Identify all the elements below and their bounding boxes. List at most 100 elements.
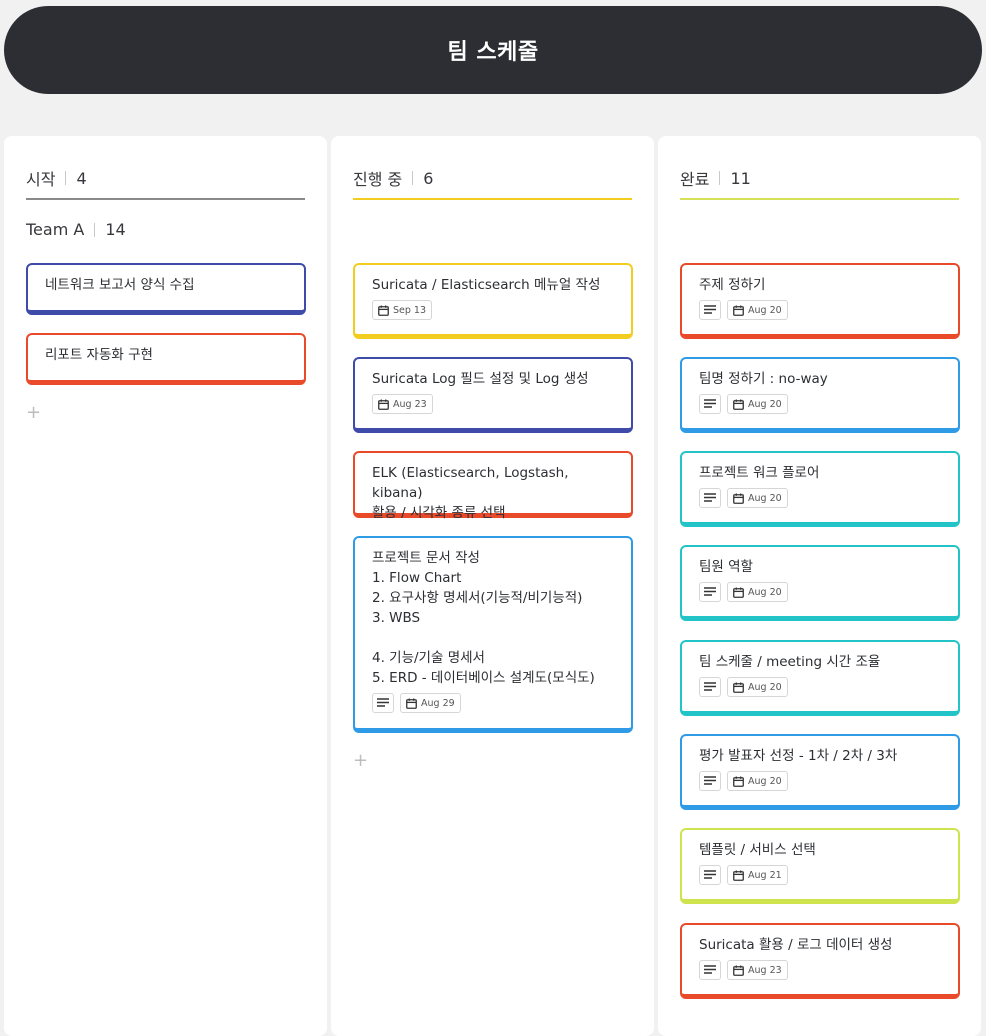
swimlane-name: Team A <box>26 220 85 239</box>
description-badge[interactable] <box>699 582 721 602</box>
due-date-badge[interactable]: Sep 13 <box>372 300 433 320</box>
task-card[interactable]: 주제 정하기 Aug 20 <box>680 263 960 339</box>
due-date-badge[interactable]: Aug 20 <box>727 677 788 697</box>
calendar-icon <box>733 870 744 881</box>
divider <box>719 171 721 185</box>
task-title: 팀원 역할 <box>699 559 753 575</box>
due-date-badge[interactable]: Aug 20 <box>727 300 788 320</box>
calendar-icon <box>733 305 744 316</box>
calendar-icon <box>733 493 744 504</box>
task-card[interactable]: 프로젝트 워크 플로어 Aug 20 <box>680 451 960 527</box>
description-badge[interactable] <box>372 693 394 713</box>
task-meta: Aug 29 <box>372 693 615 713</box>
description-badge[interactable] <box>699 677 721 697</box>
task-card[interactable]: ELK (Elasticsearch, Logstash, kibana) 활용… <box>353 451 633 521</box>
swimlane-header: Team A 14 <box>26 220 126 239</box>
task-card[interactable]: 프로젝트 문서 작성 1. Flow Chart 2. 요구사항 명세서(기능적… <box>353 536 633 733</box>
description-icon <box>704 399 716 409</box>
due-date-badge[interactable]: Aug 23 <box>727 960 788 980</box>
task-title: 주제 정하기 <box>699 277 766 293</box>
task-title: ELK (Elasticsearch, Logstash, kibana) 활용… <box>372 465 569 521</box>
add-card-button[interactable]: + <box>26 404 41 422</box>
due-date: Aug 20 <box>748 492 782 504</box>
task-title: 템플릿 / 서비스 선택 <box>699 842 816 858</box>
task-card[interactable]: Suricata 활용 / 로그 데이터 생성 Aug 23 <box>680 923 960 999</box>
task-title: Suricata 활용 / 로그 데이터 생성 <box>699 937 893 953</box>
column-name: 완료 <box>680 170 710 189</box>
due-date: Aug 20 <box>748 304 782 316</box>
task-meta: Aug 21 <box>699 865 942 885</box>
app-header: 팀 스케줄 <box>4 6 982 94</box>
description-badge[interactable] <box>699 394 721 414</box>
page-title: 팀 스케줄 <box>447 40 539 65</box>
task-meta: Aug 20 <box>699 300 942 320</box>
divider <box>65 171 67 185</box>
due-date-badge[interactable]: Aug 20 <box>727 488 788 508</box>
task-title: Suricata / Elasticsearch 메뉴얼 작성 <box>372 277 601 293</box>
description-badge[interactable] <box>699 865 721 885</box>
description-icon <box>377 698 389 708</box>
column-header: 시작 4 <box>26 156 305 200</box>
due-date-badge[interactable]: Aug 20 <box>727 582 788 602</box>
description-icon <box>704 776 716 786</box>
column-done: 완료 11 주제 정하기 Aug 20 팀명 정하기 : no-way Aug 20 프로젝… <box>658 136 981 1036</box>
column-underline <box>26 198 305 200</box>
column-count: 6 <box>423 168 434 188</box>
due-date: Aug 20 <box>748 681 782 693</box>
description-badge[interactable] <box>699 300 721 320</box>
column-header: 완료 11 <box>680 156 959 200</box>
due-date: Aug 29 <box>421 697 455 709</box>
add-card-button[interactable]: + <box>353 752 368 770</box>
description-icon <box>704 965 716 975</box>
calendar-icon <box>733 399 744 410</box>
task-title: 프로젝트 워크 플로어 <box>699 465 820 481</box>
calendar-icon <box>733 776 744 787</box>
due-date-badge[interactable]: Aug 20 <box>727 771 788 791</box>
description-icon <box>704 493 716 503</box>
description-badge[interactable] <box>699 488 721 508</box>
due-date: Aug 21 <box>748 869 782 881</box>
calendar-icon <box>733 587 744 598</box>
calendar-icon <box>406 698 417 709</box>
task-card[interactable]: 네트워크 보고서 양식 수집 <box>26 263 306 315</box>
column-count: 4 <box>76 168 87 188</box>
column-in-progress: 진행 중 6 Suricata / Elasticsearch 메뉴얼 작성 Sep … <box>331 136 654 1036</box>
task-card[interactable]: 팀명 정하기 : no-way Aug 20 <box>680 357 960 433</box>
description-icon <box>704 587 716 597</box>
task-meta: Sep 13 <box>372 300 615 320</box>
calendar-icon <box>733 965 744 976</box>
description-icon <box>704 870 716 880</box>
column-start: 시작 4 Team A 14 네트워크 보고서 양식 수집리포트 자동화 구현 + <box>4 136 327 1036</box>
due-date: Aug 20 <box>748 586 782 598</box>
task-card[interactable]: 리포트 자동화 구현 <box>26 333 306 385</box>
divider <box>94 222 96 237</box>
column-count: 11 <box>730 168 751 188</box>
due-date-badge[interactable]: Aug 29 <box>400 693 461 713</box>
due-date-badge[interactable]: Aug 20 <box>727 394 788 414</box>
swimlane-count: 14 <box>105 220 126 239</box>
due-date: Sep 13 <box>393 304 427 316</box>
description-badge[interactable] <box>699 771 721 791</box>
task-title: 평가 발표자 선정 - 1차 / 2차 / 3차 <box>699 748 898 764</box>
due-date-badge[interactable]: Aug 21 <box>727 865 788 885</box>
task-card[interactable]: 팀 스케줄 / meeting 시간 조율 Aug 20 <box>680 640 960 716</box>
task-meta: Aug 20 <box>699 394 942 414</box>
description-icon <box>704 682 716 692</box>
calendar-icon <box>378 399 389 410</box>
task-card[interactable]: Suricata Log 필드 설정 및 Log 생성 Aug 23 <box>353 357 633 433</box>
task-meta: Aug 20 <box>699 488 942 508</box>
task-card[interactable]: Suricata / Elasticsearch 메뉴얼 작성 Sep 13 <box>353 263 633 339</box>
due-date: Aug 20 <box>748 775 782 787</box>
description-badge[interactable] <box>699 960 721 980</box>
task-meta: Aug 23 <box>699 960 942 980</box>
task-title: 리포트 자동화 구현 <box>45 347 153 363</box>
task-card[interactable]: 템플릿 / 서비스 선택 Aug 21 <box>680 828 960 904</box>
task-card[interactable]: 팀원 역할 Aug 20 <box>680 545 960 621</box>
due-date-badge[interactable]: Aug 23 <box>372 394 433 414</box>
task-meta: Aug 20 <box>699 582 942 602</box>
task-meta: Aug 20 <box>699 771 942 791</box>
task-meta: Aug 23 <box>372 394 615 414</box>
task-card[interactable]: 평가 발표자 선정 - 1차 / 2차 / 3차 Aug 20 <box>680 734 960 810</box>
task-title: 팀 스케줄 / meeting 시간 조율 <box>699 654 881 670</box>
column-header: 진행 중 6 <box>353 156 632 200</box>
